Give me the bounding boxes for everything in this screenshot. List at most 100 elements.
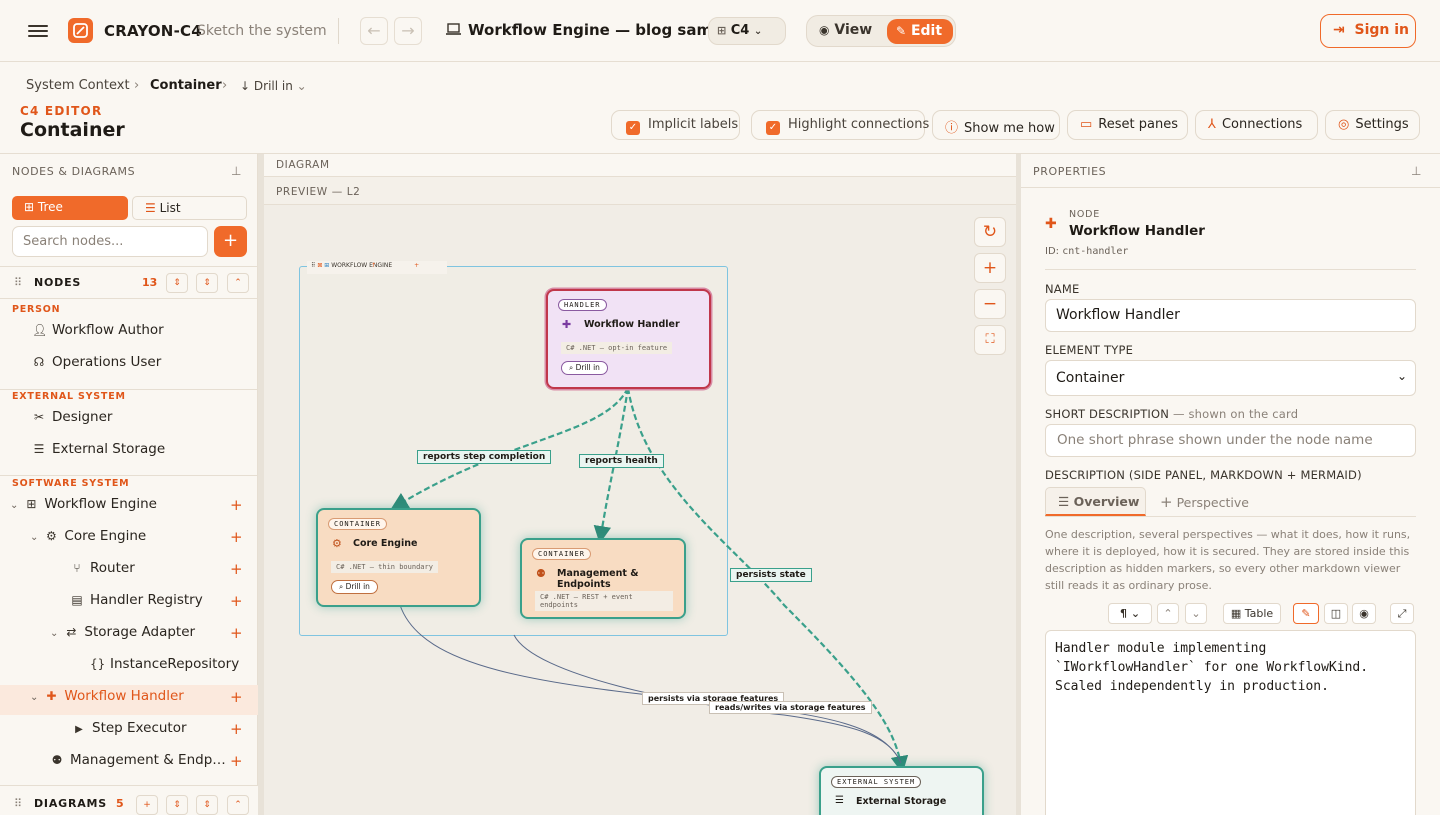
implicit-labels-toggle[interactable]: ✓ Implicit labels <box>611 110 740 140</box>
menu-icon[interactable] <box>28 22 48 40</box>
node-name: Core Engine <box>353 538 418 549</box>
node-workflow-handler[interactable]: HANDLER ✚ Workflow Handler C# .NET — opt… <box>546 289 711 389</box>
expand-all-button[interactable]: ⇕ <box>166 273 188 293</box>
add-node-button[interactable]: + <box>214 226 247 257</box>
properties-header: PROPERTIES <box>1033 165 1107 178</box>
move-down-button[interactable]: ⌄ <box>1185 603 1207 624</box>
notation-select[interactable]: ⊞ C4 ⌄ <box>708 17 786 45</box>
editor-subtitle: C4 EDITOR <box>20 104 103 118</box>
zoom-out-button[interactable]: − <box>974 289 1006 319</box>
view-mode-button[interactable]: ◉ View <box>819 22 872 38</box>
tree-item-handler-registry[interactable]: ▤ Handler Registry <box>70 592 203 608</box>
edge-label[interactable]: reads/writes via storage features <box>709 701 872 714</box>
chevron-down-icon: ⌄ <box>1130 607 1141 620</box>
list-icon: ☰ <box>145 201 156 215</box>
search-input[interactable]: Search nodes... <box>12 226 208 257</box>
element-type-select[interactable]: Container ⌄ <box>1045 360 1416 396</box>
users-gear-icon: ⚉ <box>536 567 546 580</box>
nodes-count: 13 <box>142 276 158 289</box>
drill-in-menu[interactable]: ↓ Drill in ⌄ <box>240 79 307 93</box>
tree-item-workflow-engine[interactable]: ⌄ ⊞ Workflow Engine <box>10 496 157 512</box>
tree-item-label: Management & Endp… <box>70 752 226 768</box>
tree-item-workflow-author[interactable]: 👤︎ Workflow Author <box>32 322 164 338</box>
expand-icon[interactable]: ⤢ <box>1390 603 1414 624</box>
tab-list[interactable]: ☰ List <box>132 196 247 220</box>
collapse-all-button[interactable]: ⇕ <box>196 795 218 815</box>
node-management-endpoints[interactable]: CONTAINER ⚉ Management & Endpoints C# .N… <box>520 538 686 619</box>
edge-label[interactable]: reports step completion <box>417 450 552 464</box>
insert-table-button[interactable]: ▦ Table <box>1223 603 1281 624</box>
tree-item-step-executor[interactable]: ▶ Step Executor <box>72 720 186 736</box>
short-description-label: SHORT DESCRIPTION — shown on the card <box>1045 407 1298 421</box>
tree-item-router[interactable]: ⑂ Router <box>70 560 134 576</box>
tree-item-label: Storage Adapter <box>84 624 196 640</box>
add-child-button[interactable]: + <box>230 496 243 514</box>
drill-in-button[interactable]: ⌕ Drill in <box>561 361 608 375</box>
undo-button[interactable]: ← <box>360 17 388 45</box>
name-input[interactable]: Workflow Handler <box>1045 299 1416 332</box>
tree-item-storage-adapter[interactable]: ⌄ ⇄ Storage Adapter <box>50 624 195 640</box>
collapse-all-button[interactable]: ⇕ <box>196 273 218 293</box>
add-child-button[interactable]: + <box>230 560 243 578</box>
expand-all-button[interactable]: ⇕ <box>166 795 188 815</box>
show-me-how-button[interactable]: ⓘ Show me how <box>932 110 1060 140</box>
add-child-button[interactable]: + <box>230 624 243 642</box>
table-label: Table <box>1244 607 1274 620</box>
tree-item-core-engine[interactable]: ⌄ ⚙ Core Engine <box>30 528 146 544</box>
short-description-input[interactable]: One short phrase shown under the node na… <box>1045 424 1416 457</box>
drag-handle-icon[interactable]: ⠿ <box>14 276 22 289</box>
preview-eye-icon[interactable]: ◉ <box>1352 603 1376 624</box>
tree-item-workflow-handler[interactable]: ⌄ ✚ Workflow Handler <box>30 688 184 704</box>
add-diagram-button[interactable]: + <box>136 795 158 815</box>
settings-button[interactable]: ◎ Settings <box>1325 110 1420 140</box>
tree-item-label: Handler Registry <box>90 592 203 608</box>
breadcrumb-system-context[interactable]: System Context <box>26 78 130 93</box>
paragraph-style-select[interactable]: ¶ ⌄ <box>1108 603 1152 624</box>
app-name: CRAYON-C4 <box>104 22 202 40</box>
move-up-button[interactable]: ⌃ <box>1157 603 1179 624</box>
tree-item-management[interactable]: ⚉ Management & Endp… <box>50 752 226 768</box>
add-child-button[interactable]: + <box>230 592 243 610</box>
document-title[interactable]: Workflow Engine — blog sam… <box>468 21 727 39</box>
divider <box>1021 187 1440 188</box>
description-editor[interactable]: Handler module implementing `IWorkflowHa… <box>1045 630 1416 815</box>
drill-in-button[interactable]: ⌕ Drill in <box>331 580 378 594</box>
tab-overview[interactable]: ☰ Overview <box>1045 487 1146 516</box>
tree-item-external-storage[interactable]: ☰ External Storage <box>32 441 166 457</box>
zoom-in-button[interactable]: + <box>974 253 1006 283</box>
add-child-button[interactable]: + <box>230 720 243 738</box>
reset-layout-button[interactable]: ↻ <box>974 217 1006 247</box>
node-name: Management & Endpoints <box>557 568 639 590</box>
tree-item-instance-repository[interactable]: {} InstanceRepository <box>90 656 239 672</box>
pin-icon[interactable]: ⊥ <box>231 164 241 178</box>
plus-icon: + <box>1160 493 1173 511</box>
breadcrumb-container[interactable]: Container <box>150 78 222 93</box>
add-child-button[interactable]: + <box>230 752 243 770</box>
sign-in-label: Sign in <box>1354 22 1409 38</box>
split-view-icon[interactable]: ◫ <box>1324 603 1348 624</box>
divider <box>0 266 258 267</box>
tab-tree[interactable]: ⊞ Tree <box>12 196 128 220</box>
edit-mode-icon[interactable]: ✎ <box>1293 603 1319 624</box>
drag-handle-icon[interactable]: ⠿ <box>14 797 22 810</box>
add-child-button[interactable]: + <box>230 528 243 546</box>
tab-perspective[interactable]: + Perspective <box>1160 493 1249 511</box>
edit-mode-button[interactable]: ✎ Edit <box>887 19 953 44</box>
highlight-connections-toggle[interactable]: ✓ Highlight connections <box>751 110 929 140</box>
collapse-section-button[interactable]: ⌃ <box>227 273 249 293</box>
tree-item-operations-user[interactable]: ☊ Operations User <box>32 354 162 370</box>
node-core-engine[interactable]: CONTAINER ⚙ Core Engine C# .NET — thin b… <box>316 508 481 607</box>
edge-label[interactable]: persists state <box>730 568 812 582</box>
pin-icon[interactable]: ⊥ <box>1411 164 1421 178</box>
reset-panes-button[interactable]: ▭ Reset panes <box>1067 110 1188 140</box>
fit-view-button[interactable]: ⛶ <box>974 325 1006 355</box>
connections-button[interactable]: ⅄ Connections <box>1195 110 1318 140</box>
tree-item-label: External Storage <box>52 441 166 457</box>
add-child-button[interactable]: + <box>230 688 243 706</box>
redo-button[interactable]: → <box>394 17 422 45</box>
collapse-section-button[interactable]: ⌃ <box>227 795 249 815</box>
tree-item-designer[interactable]: ✂ Designer <box>32 409 113 425</box>
node-external-storage[interactable]: EXTERNAL SYSTEM ☰ External Storage <box>819 766 984 815</box>
edge-label[interactable]: reports health <box>579 454 664 468</box>
sign-in-button[interactable]: ⇥ Sign in <box>1320 14 1416 48</box>
